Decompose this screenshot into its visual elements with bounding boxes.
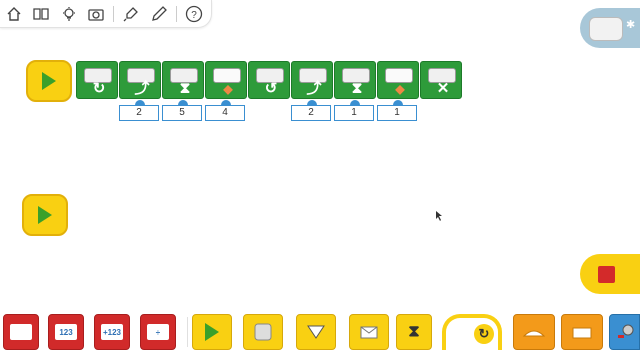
bluetooth-icon: ✱ xyxy=(626,19,636,31)
display-number-block[interactable]: 123 xyxy=(48,314,84,350)
param-input-color[interactable]: 4 xyxy=(205,100,245,121)
param-input-power[interactable]: 2 xyxy=(291,100,331,121)
sound-block[interactable] xyxy=(609,314,640,350)
lightbulb-icon[interactable] xyxy=(59,3,79,25)
number-label: 123 xyxy=(55,324,77,340)
toolbar-divider xyxy=(113,5,115,22)
microphone-icon[interactable] xyxy=(121,3,141,25)
hub-connection-button[interactable]: ✱ xyxy=(580,8,640,48)
stop-icon xyxy=(598,266,615,283)
hourglass-icon: ⧗ xyxy=(408,323,420,340)
power-icon: ⤴ xyxy=(306,80,322,97)
motor-on-for-block[interactable]: ⧗ xyxy=(162,61,204,99)
light-block[interactable]: ◆ xyxy=(377,61,419,99)
key-icon xyxy=(254,323,272,341)
divide-display-block[interactable]: ÷ xyxy=(140,314,176,350)
pencil-icon[interactable] xyxy=(148,3,168,25)
hourglass-icon: ⧗ xyxy=(351,80,363,97)
repeat-icon: ↻ xyxy=(474,324,494,344)
action-block-2[interactable] xyxy=(561,314,603,350)
rotate-counterclockwise-icon: ↺ xyxy=(264,80,278,97)
close-icon: ✕ xyxy=(436,80,450,97)
main-toolbar: ? xyxy=(0,0,212,28)
wait-block[interactable]: ⧗ xyxy=(396,314,432,350)
number-label: ÷ xyxy=(147,324,169,340)
tilt-icon xyxy=(307,325,325,339)
motor-power-block[interactable]: ⤴ xyxy=(291,61,333,99)
motor-off-block[interactable]: ✕ xyxy=(420,61,462,99)
action-block-1[interactable] xyxy=(513,314,555,350)
block-palette: 123 +123 ÷ ⧗ ↻ xyxy=(0,307,640,360)
camera-icon[interactable] xyxy=(86,3,106,25)
hourglass-icon: ⧗ xyxy=(179,80,191,97)
loop-block[interactable]: ↻ xyxy=(442,314,502,350)
mouse-cursor-icon xyxy=(436,211,444,223)
param-input-duration[interactable]: 5 xyxy=(162,100,202,121)
smarthub-icon xyxy=(589,17,623,41)
display-background-block[interactable] xyxy=(3,314,39,350)
brick-icon xyxy=(572,327,592,339)
motor-power-block[interactable]: ⤴ xyxy=(119,61,161,99)
palette-divider xyxy=(187,317,188,347)
add-to-display-block[interactable]: +123 xyxy=(94,314,130,350)
number-label: +123 xyxy=(101,324,123,340)
hand-icon xyxy=(522,330,546,337)
play-icon xyxy=(205,323,219,341)
motor-on-for-block[interactable]: ⧗ xyxy=(334,61,376,99)
svg-text:?: ? xyxy=(191,10,197,21)
color-icon: ◆ xyxy=(223,82,233,96)
home-icon[interactable] xyxy=(4,3,24,25)
color-icon: ◆ xyxy=(395,82,405,96)
param-input-power[interactable]: 2 xyxy=(119,100,159,121)
rotate-clockwise-icon: ↻ xyxy=(92,80,106,97)
play-icon xyxy=(42,72,56,90)
key-press-start-block[interactable] xyxy=(243,314,283,350)
help-icon[interactable]: ? xyxy=(184,3,204,25)
message-block[interactable] xyxy=(349,314,389,350)
microphone-icon xyxy=(617,324,633,338)
motor-this-way-block[interactable]: ↻ xyxy=(76,61,118,99)
play-icon xyxy=(38,206,52,224)
tilt-block[interactable] xyxy=(296,314,336,350)
param-input-duration[interactable]: 1 xyxy=(334,100,374,121)
motor-that-way-block[interactable]: ↺ xyxy=(248,61,290,99)
envelope-icon xyxy=(360,326,378,339)
toolbar-divider xyxy=(175,5,177,22)
param-input-color[interactable]: 1 xyxy=(377,100,417,121)
display-icon xyxy=(10,324,32,340)
start-block[interactable] xyxy=(192,314,232,350)
start-block-standalone[interactable] xyxy=(22,194,68,236)
stop-button[interactable] xyxy=(580,254,640,294)
power-icon: ⤴ xyxy=(134,80,150,97)
start-block[interactable] xyxy=(26,60,72,102)
book-icon[interactable] xyxy=(31,3,51,25)
light-block[interactable]: ◆ xyxy=(205,61,247,99)
